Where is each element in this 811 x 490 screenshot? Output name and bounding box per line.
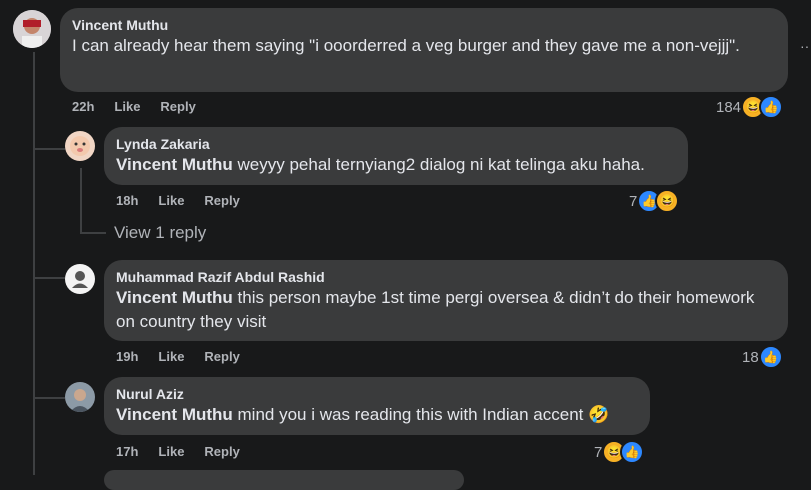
comment-text: Vincent Muthu mind you i was reading thi… (116, 403, 638, 427)
comment-time[interactable]: 18h (116, 193, 138, 208)
comment-time[interactable]: 17h (116, 444, 138, 459)
comment-bubble-muhammad: Muhammad Razif Abdul Rashid Vincent Muth… (104, 260, 788, 341)
comment-bubble-lynda: Lynda Zakaria Vincent Muthu weyyy pehal … (104, 127, 688, 185)
avatar-muhammad-image (65, 264, 95, 294)
comment-time[interactable]: 22h (72, 99, 94, 114)
avatar-nurul[interactable] (65, 382, 95, 412)
mention-tag[interactable]: Vincent Muthu (116, 405, 233, 424)
thread-branch-1 (33, 148, 65, 150)
reply-button[interactable]: Reply (160, 99, 195, 114)
avatar-muhammad[interactable] (65, 264, 95, 294)
avatar-vincent-image (13, 10, 51, 48)
reaction-count: 184 (716, 98, 742, 116)
thread-line-main (33, 52, 35, 475)
avatar-nurul-image (65, 382, 95, 412)
thread-branch-nested (80, 232, 106, 234)
view-replies-link[interactable]: View 1 reply (114, 223, 206, 243)
mention-tag[interactable]: Vincent Muthu (116, 155, 233, 174)
reaction-summary[interactable]: 18 👍 (742, 345, 783, 369)
comment-bubble-vincent: Vincent Muthu I can already hear them sa… (60, 8, 788, 92)
comment-time[interactable]: 19h (116, 349, 138, 364)
comment-author[interactable]: Muhammad Razif Abdul Rashid (116, 268, 776, 286)
like-button[interactable]: Like (158, 349, 184, 364)
more-options-glyph: ··· (800, 38, 811, 54)
comment-text: Vincent Muthu this person maybe 1st time… (116, 286, 776, 334)
comment-body: mind you i was reading this with Indian … (232, 405, 610, 424)
comment-actions: 19h Like Reply (116, 349, 240, 364)
thread-line-nested (80, 168, 82, 233)
like-button[interactable]: Like (158, 444, 184, 459)
reaction-count: 7 (629, 192, 638, 210)
comment-text: I can already hear them saying "i ooorde… (72, 36, 740, 55)
haha-reaction-icon: 😆 (655, 189, 680, 213)
comment-actions: 18h Like Reply (116, 193, 240, 208)
thread-branch-3 (33, 397, 65, 399)
comment-bubble-partial (104, 470, 464, 490)
comment-bubble-nurul: Nurul Aziz Vincent Muthu mind you i was … (104, 377, 650, 435)
comment-actions: 22h Like Reply (72, 99, 196, 114)
like-reaction-icon: 👍 (758, 345, 783, 369)
like-button[interactable]: Like (114, 99, 140, 114)
reaction-count: 7 (594, 443, 603, 461)
like-button[interactable]: Like (158, 193, 184, 208)
reaction-summary[interactable]: 7 👍 😆 (629, 189, 680, 213)
reply-button[interactable]: Reply (204, 349, 239, 364)
like-reaction-icon: 👍 (620, 440, 645, 464)
reaction-summary[interactable]: 7 😆 👍 (594, 440, 645, 464)
more-options-icon[interactable]: ··· (800, 38, 811, 54)
avatar-lynda-image (65, 131, 95, 161)
thread-branch-2 (33, 277, 65, 279)
comment-author[interactable]: Vincent Muthu (72, 16, 776, 34)
reply-button[interactable]: Reply (204, 444, 239, 459)
avatar-vincent[interactable] (13, 10, 51, 48)
reply-button[interactable]: Reply (204, 193, 239, 208)
comment-text: Vincent Muthu weyyy pehal ternyiang2 dia… (116, 153, 676, 177)
avatar-lynda[interactable] (65, 131, 95, 161)
comment-author[interactable]: Nurul Aziz (116, 385, 638, 403)
like-reaction-icon: 👍 (759, 95, 784, 119)
comment-body: weyyy pehal ternyiang2 dialog ni kat tel… (232, 155, 645, 174)
comment-actions: 17h Like Reply (116, 444, 240, 459)
mention-tag[interactable]: Vincent Muthu (116, 288, 233, 307)
reaction-count: 18 (742, 348, 759, 366)
comment-author[interactable]: Lynda Zakaria (116, 135, 676, 153)
reaction-summary[interactable]: 184 😆 👍 (716, 95, 784, 119)
